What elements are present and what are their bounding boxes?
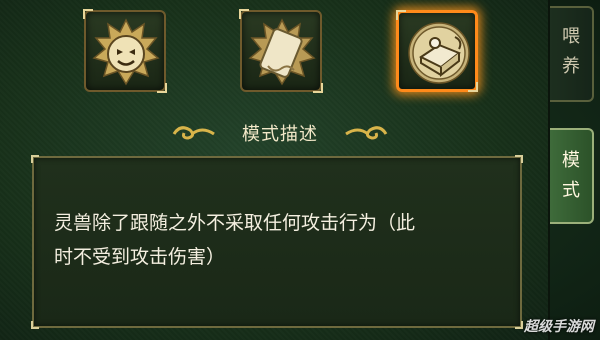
frame-corner — [31, 321, 39, 329]
frame-corner — [31, 155, 39, 163]
tab-mode-label-1: 模 — [562, 150, 580, 171]
section-title: 模式描述 — [242, 124, 318, 145]
mode-icon-follow[interactable] — [83, 9, 167, 93]
section-title-row: 模式描述 — [160, 118, 400, 148]
description-line-1: 灵兽除了跟随之外不采取任何攻击行为（此 — [54, 212, 416, 234]
right-ornament-icon — [345, 126, 388, 140]
tab-mode[interactable]: 模 式 — [550, 128, 594, 224]
scroll-icon — [248, 18, 316, 86]
description-box: 灵兽除了跟随之外不采取任何攻击行为（此 时不受到攻击伤害） — [31, 155, 523, 329]
watermark: 超级手游网 — [524, 319, 594, 335]
cushion-bell-icon — [408, 22, 470, 84]
sun-mask-icon — [92, 18, 160, 86]
tab-mode-label-2: 式 — [562, 180, 580, 201]
frame-corner — [515, 321, 523, 329]
tab-feed-label-1: 喂 — [562, 26, 580, 47]
tab-feed[interactable]: 喂 养 — [550, 6, 594, 102]
frame-corner — [515, 155, 523, 163]
description-line-2: 时不受到攻击伤害） — [54, 246, 226, 268]
mode-icon-scroll[interactable] — [239, 9, 323, 93]
mode-icon-passive[interactable] — [396, 10, 478, 92]
tab-feed-label-2: 养 — [562, 56, 580, 77]
description-text: 灵兽除了跟随之外不采取任何攻击行为（此 时不受到攻击伤害） — [54, 206, 514, 274]
left-ornament-icon — [172, 126, 215, 140]
